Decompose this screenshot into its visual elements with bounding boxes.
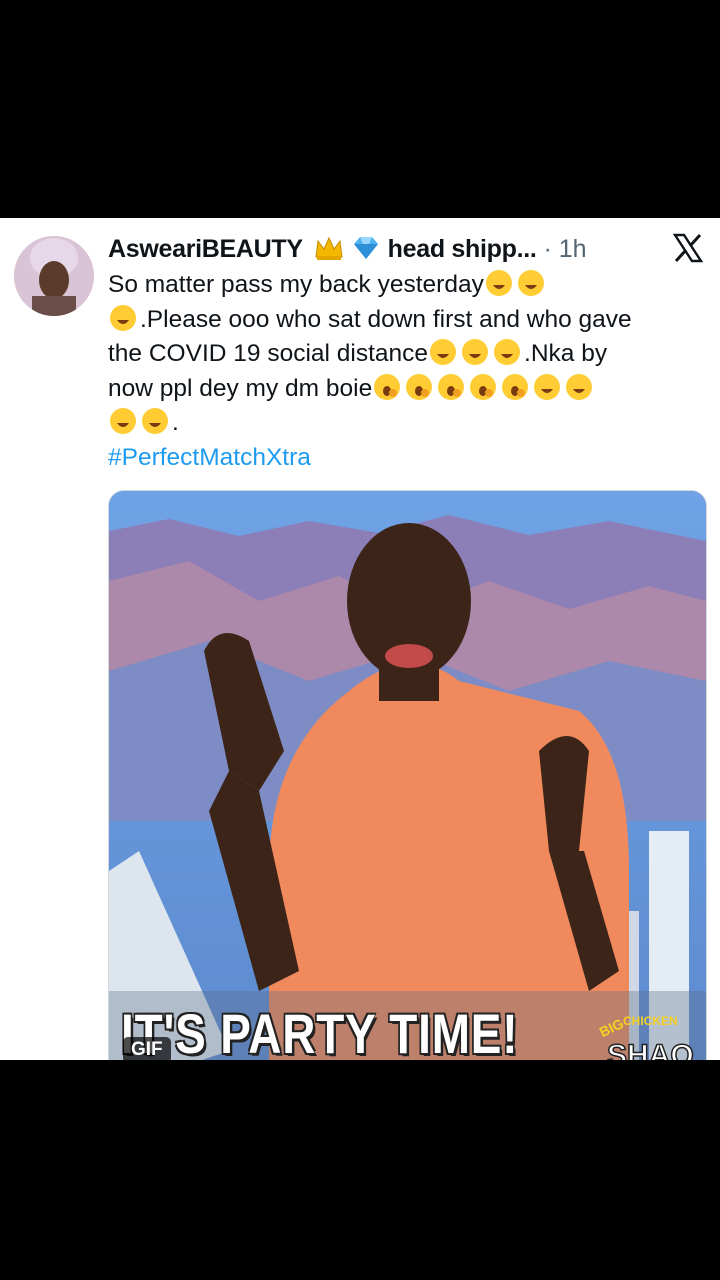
tweet-text-line3: the COVID 19 social distance [108,340,429,367]
svg-text:CHICKEN: CHICKEN [623,1014,678,1028]
tweet-text-line3b: .Nka by [524,340,608,367]
rofl-emoji-icon [461,338,489,366]
tweet-text-line5: . [172,409,179,436]
yawning-emoji-icon [501,373,529,401]
tweet-media-gif[interactable]: IT'S PARTY TIME! GIF BIG CHICKEN SHAQ [108,490,707,1060]
rofl-emoji-icon [109,304,137,332]
tweet-text-line2: .Please ooo who sat down first and who g… [140,305,632,333]
gif-label: GIF [123,1037,171,1060]
gem-emoji-icon [353,237,378,259]
rofl-emoji-icon [109,407,137,435]
tweet-text-line4: now ppl dey my dm boie [108,374,373,402]
yawning-emoji-icon [437,373,465,401]
tweet-timestamp[interactable]: 1h [559,235,587,263]
svg-text:BIG: BIG [597,1015,626,1040]
tweet-header: AsweariBEAUTY head shipp... · 1h [108,232,708,266]
author-name-suffix: head shipp... [387,235,537,263]
tweet-separator: · [543,235,552,263]
gif-caption: IT'S PARTY TIME! [121,1002,519,1060]
gif-frame-image [109,491,706,1060]
big-chicken-shaq-logo: BIG CHICKEN SHAQ [595,1003,695,1060]
tweet-text-line1: So matter pass my back yesterday [108,271,484,298]
author-avatar[interactable] [14,236,94,316]
hashtag-link[interactable]: #PerfectMatchXtra [108,444,311,471]
svg-text:SHAQ: SHAQ [607,1039,694,1060]
x-logo-icon [672,233,704,263]
crown-emoji-icon [315,236,343,260]
rofl-emoji-icon [141,407,169,435]
yawning-emoji-icon [469,373,497,401]
rofl-emoji-icon [565,373,593,401]
rofl-emoji-icon [429,338,457,366]
rofl-emoji-icon [533,373,561,401]
rofl-emoji-icon [517,269,545,297]
author-name[interactable]: AsweariBEAUTY [108,235,303,263]
rofl-emoji-icon [485,269,513,297]
tweet-body: So matter pass my back yesterday .Please… [108,268,704,475]
rofl-emoji-icon [493,338,521,366]
yawning-emoji-icon [373,373,401,401]
tweet-card[interactable]: AsweariBEAUTY head shipp... · 1h So matt… [0,218,720,1060]
yawning-emoji-icon [405,373,433,401]
